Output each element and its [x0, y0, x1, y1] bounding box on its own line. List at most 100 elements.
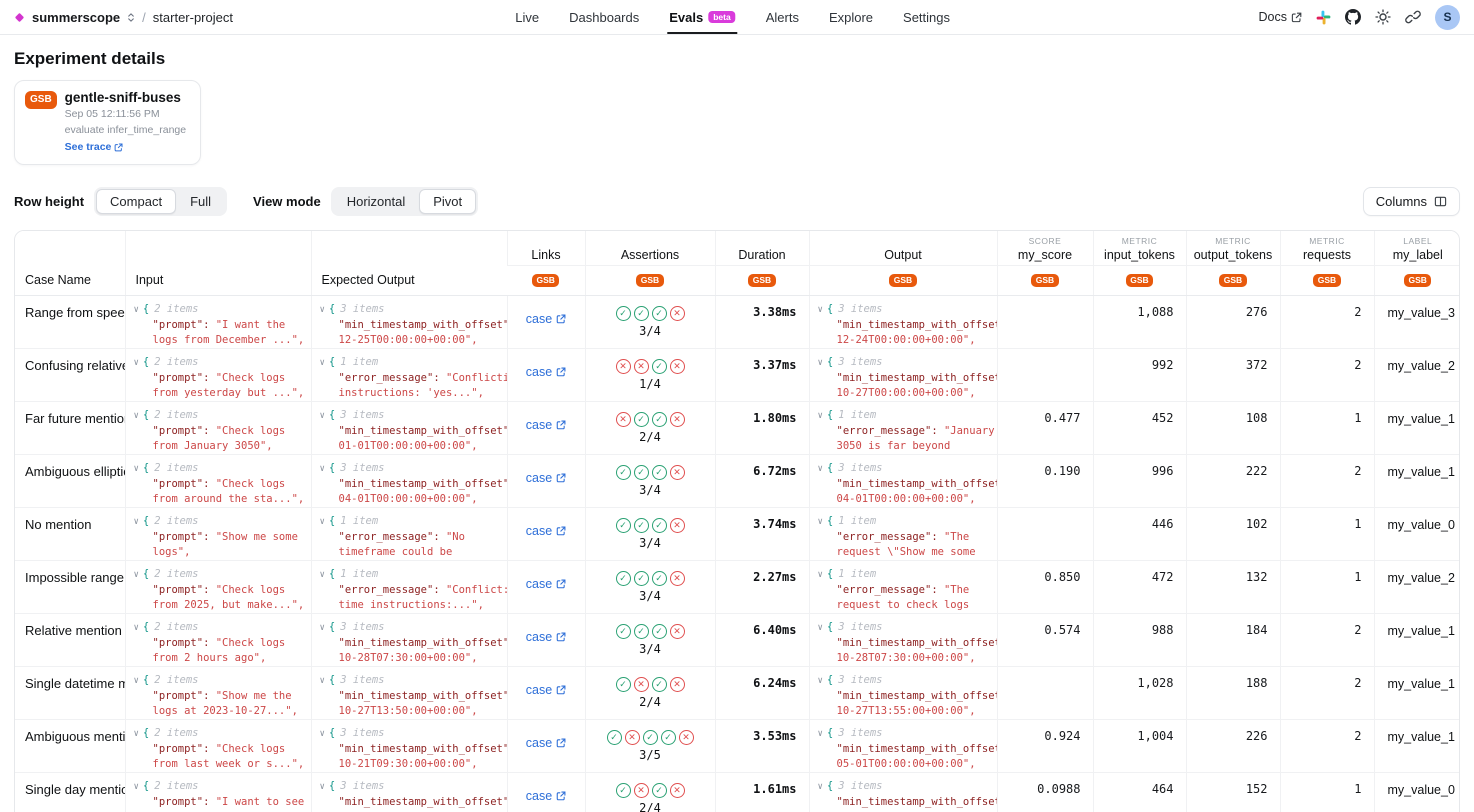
org-switcher[interactable]: summerscope	[32, 10, 120, 25]
tab-settings[interactable]: Settings	[903, 0, 950, 34]
output-cell[interactable]: ∨{3 items"min_timestamp_with_offset"05-0…	[809, 720, 997, 773]
row-height-compact-button[interactable]: Compact	[96, 189, 176, 214]
col-header-label-my-label[interactable]: LABELmy_label	[1374, 231, 1460, 266]
json-expand-chevron[interactable]: ∨	[320, 464, 325, 474]
json-expand-chevron[interactable]: ∨	[320, 729, 325, 739]
json-expand-chevron[interactable]: ∨	[320, 411, 325, 421]
json-expand-chevron[interactable]: ∨	[320, 782, 325, 792]
theme-sun-icon[interactable]	[1375, 9, 1391, 25]
input-cell[interactable]: ∨{2 items"prompt": "Check logsfrom last …	[125, 720, 311, 773]
json-expand-chevron[interactable]: ∨	[818, 358, 823, 368]
json-expand-chevron[interactable]: ∨	[818, 464, 823, 474]
input-cell[interactable]: ∨{2 items"prompt": "I want to seelogs fr…	[125, 773, 311, 812]
json-expand-chevron[interactable]: ∨	[818, 676, 823, 686]
output-cell[interactable]: ∨{3 items"min_timestamp_with_offset"05-0…	[809, 773, 997, 812]
col-header-metric-input-tokens[interactable]: METRICinput_tokens	[1093, 231, 1186, 266]
case-link[interactable]: case	[526, 471, 566, 485]
case-link[interactable]: case	[526, 683, 566, 697]
json-expand-chevron[interactable]: ∨	[134, 782, 139, 792]
project-name[interactable]: starter-project	[153, 10, 233, 25]
json-expand-chevron[interactable]: ∨	[818, 729, 823, 739]
output-cell[interactable]: ∨{3 items"min_timestamp_with_offset"10-2…	[809, 614, 997, 667]
output-cell[interactable]: ∨{3 items"min_timestamp_with_offset"12-2…	[809, 296, 997, 349]
json-expand-chevron[interactable]: ∨	[320, 676, 325, 686]
input-cell[interactable]: ∨{2 items"prompt": "Check logsfrom 2025,…	[125, 561, 311, 614]
col-header-links[interactable]: Links	[507, 231, 585, 266]
view-mode-horizontal-button[interactable]: Horizontal	[333, 189, 420, 214]
expected-output-cell[interactable]: ∨{3 items"min_timestamp_with_offset"04-0…	[311, 455, 507, 508]
slack-icon[interactable]	[1316, 10, 1331, 25]
json-expand-chevron[interactable]: ∨	[320, 570, 325, 580]
input-cell[interactable]: ∨{2 items"prompt": "Show me thelogs at 2…	[125, 667, 311, 720]
json-expand-chevron[interactable]: ∨	[134, 411, 139, 421]
user-avatar[interactable]: S	[1435, 5, 1460, 30]
case-link[interactable]: case	[526, 630, 566, 644]
expected-output-cell[interactable]: ∨{3 items"min_timestamp_with_offset"10-2…	[311, 667, 507, 720]
expected-output-cell[interactable]: ∨{3 items"min_timestamp_with_offset"01-0…	[311, 402, 507, 455]
output-cell[interactable]: ∨{3 items"min_timestamp_with_offset"04-0…	[809, 455, 997, 508]
json-expand-chevron[interactable]: ∨	[134, 358, 139, 368]
github-icon[interactable]	[1345, 9, 1361, 25]
json-expand-chevron[interactable]: ∨	[818, 782, 823, 792]
json-expand-chevron[interactable]: ∨	[320, 358, 325, 368]
tab-explore[interactable]: Explore	[829, 0, 873, 34]
expected-output-cell[interactable]: ∨{1 item"error_message": "Conflictiinstr…	[311, 349, 507, 402]
input-cell[interactable]: ∨{2 items"prompt": "Check logsfrom aroun…	[125, 455, 311, 508]
json-expand-chevron[interactable]: ∨	[320, 623, 325, 633]
experiment-card[interactable]: GSB gentle-sniff-buses Sep 05 12:11:56 P…	[14, 80, 201, 165]
col-header-input[interactable]: Input	[125, 231, 311, 296]
col-header-expected-output[interactable]: Expected Output	[311, 231, 507, 296]
chevron-up-down-icon[interactable]	[127, 12, 135, 23]
expected-output-cell[interactable]: ∨{3 items"min_timestamp_with_offset"12-2…	[311, 296, 507, 349]
link-icon[interactable]	[1405, 9, 1421, 25]
output-cell[interactable]: ∨{3 items"min_timestamp_with_offset"10-2…	[809, 667, 997, 720]
json-expand-chevron[interactable]: ∨	[134, 623, 139, 633]
expected-output-cell[interactable]: ∨{3 items"min_timestamp_with_offset"05-0…	[311, 773, 507, 812]
tab-evals[interactable]: Evalsbeta	[669, 0, 735, 34]
case-link[interactable]: case	[526, 312, 566, 326]
docs-link[interactable]: Docs	[1259, 10, 1302, 24]
case-link[interactable]: case	[526, 736, 566, 750]
col-header-metric-output-tokens[interactable]: METRICoutput_tokens	[1186, 231, 1280, 266]
json-expand-chevron[interactable]: ∨	[134, 464, 139, 474]
output-cell[interactable]: ∨{1 item"error_message": "Therequest to …	[809, 561, 997, 614]
case-link[interactable]: case	[526, 789, 566, 803]
input-cell[interactable]: ∨{2 items"prompt": "Check logsfrom Janua…	[125, 402, 311, 455]
expected-output-cell[interactable]: ∨{3 items"min_timestamp_with_offset"10-2…	[311, 720, 507, 773]
tab-alerts[interactable]: Alerts	[766, 0, 799, 34]
case-link[interactable]: case	[526, 418, 566, 432]
tab-dashboards[interactable]: Dashboards	[569, 0, 639, 34]
json-expand-chevron[interactable]: ∨	[134, 729, 139, 739]
json-expand-chevron[interactable]: ∨	[134, 676, 139, 686]
output-cell[interactable]: ∨{1 item"error_message": "Therequest \"S…	[809, 508, 997, 561]
json-expand-chevron[interactable]: ∨	[818, 411, 823, 421]
output-cell[interactable]: ∨{3 items"min_timestamp_with_offset"10-2…	[809, 349, 997, 402]
tab-live[interactable]: Live	[515, 0, 539, 34]
json-expand-chevron[interactable]: ∨	[320, 305, 325, 315]
col-header-case-name[interactable]: Case Name	[15, 231, 125, 296]
input-cell[interactable]: ∨{2 items"prompt": "I want thelogs from …	[125, 296, 311, 349]
json-expand-chevron[interactable]: ∨	[134, 517, 139, 527]
col-header-duration[interactable]: Duration	[715, 231, 809, 266]
input-cell[interactable]: ∨{2 items"prompt": "Check logsfrom 2 hou…	[125, 614, 311, 667]
json-expand-chevron[interactable]: ∨	[818, 570, 823, 580]
case-link[interactable]: case	[526, 577, 566, 591]
case-link[interactable]: case	[526, 365, 566, 379]
json-expand-chevron[interactable]: ∨	[134, 570, 139, 580]
input-cell[interactable]: ∨{2 items"prompt": "Check logsfrom yeste…	[125, 349, 311, 402]
json-expand-chevron[interactable]: ∨	[818, 517, 823, 527]
col-header-assertions[interactable]: Assertions	[585, 231, 715, 266]
json-expand-chevron[interactable]: ∨	[320, 517, 325, 527]
view-mode-pivot-button[interactable]: Pivot	[419, 189, 476, 214]
expected-output-cell[interactable]: ∨{3 items"min_timestamp_with_offset"10-2…	[311, 614, 507, 667]
row-height-full-button[interactable]: Full	[176, 189, 225, 214]
expected-output-cell[interactable]: ∨{1 item"error_message": "Notimeframe co…	[311, 508, 507, 561]
col-header-output[interactable]: Output	[809, 231, 997, 266]
input-cell[interactable]: ∨{2 items"prompt": "Show me somelogs",	[125, 508, 311, 561]
columns-button[interactable]: Columns	[1363, 187, 1460, 216]
see-trace-link[interactable]: See trace	[65, 141, 124, 153]
json-expand-chevron[interactable]: ∨	[134, 305, 139, 315]
json-expand-chevron[interactable]: ∨	[818, 305, 823, 315]
case-link[interactable]: case	[526, 524, 566, 538]
json-expand-chevron[interactable]: ∨	[818, 623, 823, 633]
